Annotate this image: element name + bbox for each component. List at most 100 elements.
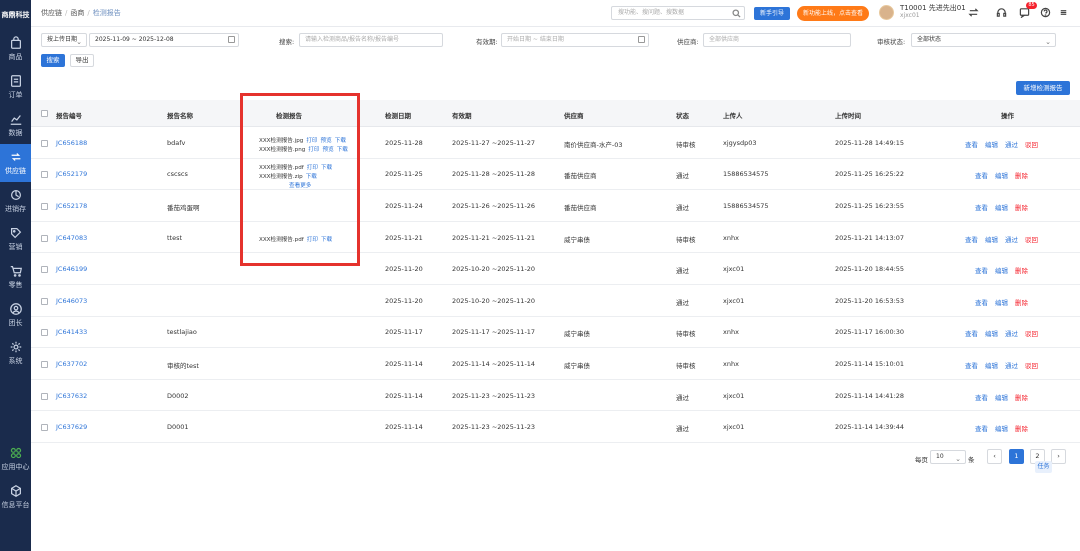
report-id-link[interactable]: JC637702 xyxy=(56,360,87,368)
action-button[interactable]: 查看 xyxy=(965,330,978,338)
bag-icon xyxy=(10,36,21,49)
sidebar-item-3[interactable]: 供应链 xyxy=(0,144,31,182)
row-checkbox[interactable] xyxy=(41,202,48,210)
action-button[interactable]: 编辑 xyxy=(995,425,1008,433)
collapse-icon[interactable] xyxy=(1058,7,1069,18)
action-button[interactable]: 编辑 xyxy=(995,394,1008,402)
action-button[interactable]: 删除 xyxy=(1015,299,1028,307)
sidebar-item-bottom-0[interactable]: 应用中心 xyxy=(0,440,31,478)
page-1-button[interactable]: 1 xyxy=(1009,449,1024,464)
sidebar-item-1[interactable]: 订单 xyxy=(0,68,31,106)
sidebar-item-5[interactable]: 营销 xyxy=(0,220,31,258)
user-info[interactable]: T10001 先进先出01 xjxc01 xyxy=(900,4,966,20)
report-id-link[interactable]: JC656188 xyxy=(56,139,87,147)
row-checkbox[interactable] xyxy=(41,329,48,337)
action-button[interactable]: 驳回 xyxy=(1025,236,1038,244)
row-checkbox[interactable] xyxy=(41,297,48,305)
action-button[interactable]: 驳回 xyxy=(1025,362,1038,370)
switch-icon[interactable] xyxy=(968,7,979,18)
action-button[interactable]: 删除 xyxy=(1015,172,1028,180)
report-id-link[interactable]: JC647083 xyxy=(56,234,87,242)
row-checkbox[interactable] xyxy=(41,266,48,274)
report-id-link[interactable]: JC637632 xyxy=(56,392,87,400)
search-icon[interactable] xyxy=(732,9,741,18)
export-button[interactable]: 导出 xyxy=(70,54,94,67)
action-button[interactable]: 编辑 xyxy=(995,204,1008,212)
report-id-link[interactable]: JC652178 xyxy=(56,202,87,210)
action-button[interactable]: 通过 xyxy=(1005,141,1018,149)
action-button[interactable]: 通过 xyxy=(1005,236,1018,244)
sidebar-item-0[interactable]: 商品 xyxy=(0,30,31,68)
action-button[interactable]: 查看 xyxy=(975,299,988,307)
action-button[interactable]: 查看 xyxy=(975,267,988,275)
breadcrumb-item[interactable]: 函商 xyxy=(70,9,84,17)
sidebar-item-4[interactable]: 进销存 xyxy=(0,182,31,220)
sidebar-item-bottom-1[interactable]: 信息平台 xyxy=(0,478,31,516)
action-button[interactable]: 查看 xyxy=(975,172,988,180)
supplier-name: 番茄供应商 xyxy=(564,203,597,212)
order-icon xyxy=(10,75,21,87)
action-button[interactable]: 删除 xyxy=(1015,267,1028,275)
action-button[interactable]: 驳回 xyxy=(1025,141,1038,149)
report-id-link[interactable]: JC646199 xyxy=(56,265,87,273)
new-feature-button[interactable]: 新功能上线，点击查看 xyxy=(797,6,869,21)
action-button[interactable]: 删除 xyxy=(1015,394,1028,402)
sidebar-item-2[interactable]: 数据 xyxy=(0,106,31,144)
sidebar-item-6[interactable]: 零售 xyxy=(0,258,31,296)
action-button[interactable]: 删除 xyxy=(1015,425,1028,433)
avatar[interactable] xyxy=(879,5,894,20)
select-all-checkbox[interactable] xyxy=(41,110,48,117)
action-button[interactable]: 查看 xyxy=(975,394,988,402)
header-test-date: 检测日期 xyxy=(385,112,411,120)
validity-range-input[interactable]: 开始日期 ~ 结束日期 xyxy=(501,33,649,47)
action-button[interactable]: 编辑 xyxy=(985,141,998,149)
report-id-link[interactable]: JC641433 xyxy=(56,328,87,336)
sidebar-item-7[interactable]: 团长 xyxy=(0,296,31,334)
action-button[interactable]: 编辑 xyxy=(985,330,998,338)
sidebar-item-8[interactable]: 系统 xyxy=(0,334,31,372)
upload-time: 2025-11-14 14:39:44 xyxy=(835,423,905,432)
date-type-select[interactable]: 按上传日期 ⌄ xyxy=(41,33,87,47)
search-button[interactable]: 搜索 xyxy=(41,54,65,67)
action-button[interactable]: 编辑 xyxy=(995,172,1008,180)
action-button[interactable]: 查看 xyxy=(975,204,988,212)
add-report-button[interactable]: 新增检测报告 xyxy=(1016,81,1070,95)
action-button[interactable]: 查看 xyxy=(975,425,988,433)
action-button[interactable]: 通过 xyxy=(1005,330,1018,338)
action-button[interactable]: 查看 xyxy=(965,236,978,244)
action-button[interactable]: 编辑 xyxy=(995,299,1008,307)
row-checkbox[interactable] xyxy=(41,424,48,432)
row-checkbox[interactable] xyxy=(41,234,48,242)
tag-icon xyxy=(10,228,21,239)
prev-page-button[interactable]: ‹ xyxy=(987,449,1002,464)
task-button[interactable]: 任务 xyxy=(1035,461,1052,473)
action-button[interactable]: 通过 xyxy=(1005,362,1018,370)
action-button[interactable]: 删除 xyxy=(1015,204,1028,212)
global-search-input[interactable]: 搜功能、搜问题、搜数据 xyxy=(611,6,745,20)
help-icon[interactable] xyxy=(1040,7,1051,18)
report-id-link[interactable]: JC652179 xyxy=(56,170,87,178)
action-button[interactable]: 查看 xyxy=(965,362,978,370)
keyword-search-input[interactable]: 请输入检测商品/报告名称/报告编号 xyxy=(299,33,443,47)
action-button[interactable]: 编辑 xyxy=(995,267,1008,275)
test-date: 2025-11-21 xyxy=(385,233,423,242)
next-page-button[interactable]: › xyxy=(1051,449,1066,464)
report-id-link[interactable]: JC646073 xyxy=(56,297,87,305)
row-checkbox[interactable] xyxy=(41,360,48,368)
row-checkbox[interactable] xyxy=(41,392,48,400)
action-button[interactable]: 查看 xyxy=(965,141,978,149)
supplier-select[interactable]: 全部供应商 xyxy=(703,33,851,47)
headset-icon[interactable] xyxy=(996,7,1007,18)
row-checkbox[interactable] xyxy=(41,171,48,179)
status-select[interactable]: 全部状态 ⌄ xyxy=(911,33,1056,47)
per-page-select[interactable]: 10 ⌄ xyxy=(930,450,966,464)
action-button[interactable]: 驳回 xyxy=(1025,330,1038,338)
action-button[interactable]: 编辑 xyxy=(985,236,998,244)
guide-button[interactable]: 新手引导 xyxy=(754,7,790,20)
row-checkbox[interactable] xyxy=(41,139,48,147)
action-button[interactable]: 编辑 xyxy=(985,362,998,370)
breadcrumb-item[interactable]: 供应链 xyxy=(41,9,62,17)
date-range-input[interactable]: 2025-11-09 ~ 2025-12-08 xyxy=(89,33,239,47)
report-id-link[interactable]: JC637629 xyxy=(56,423,87,431)
validity-period: 2025-11-21 ~2025-11-21 xyxy=(452,233,536,242)
